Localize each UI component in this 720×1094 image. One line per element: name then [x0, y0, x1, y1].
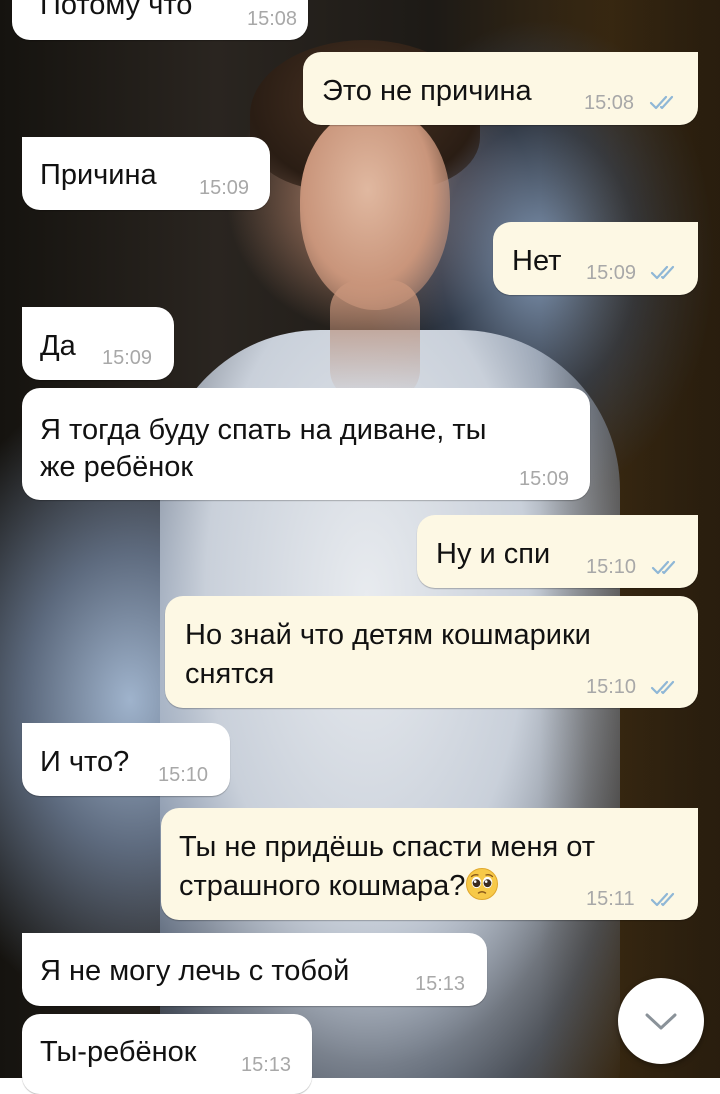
message-time: 15:13 — [415, 973, 466, 995]
message-time: 15:10 — [586, 556, 637, 578]
message-incoming[interactable]: И что? 15:10 — [22, 723, 230, 796]
message-text-line: Но знай что детям кошмарики — [185, 619, 591, 651]
message-time: 15:09 — [102, 347, 153, 369]
message-time: 15:10 — [586, 676, 637, 698]
message-time: 15:13 — [241, 1054, 292, 1076]
message-time: 15:08 — [584, 92, 635, 114]
message-text: Это не причина — [322, 75, 532, 107]
double-check-icon — [650, 680, 675, 695]
message-text: И что? — [40, 746, 130, 778]
message-incoming[interactable]: Я тогда буду спать на диване, ты же ребё… — [22, 388, 590, 500]
message-text-line: страшного кошмара? — [179, 867, 499, 905]
message-text: Причина — [40, 159, 157, 191]
message-text: Потому что — [40, 0, 193, 21]
message-incoming[interactable]: Да 15:09 — [22, 307, 174, 380]
message-text: Да — [40, 330, 76, 362]
message-outgoing[interactable]: Нет 15:09 — [493, 222, 698, 295]
scroll-to-bottom-button[interactable] — [618, 978, 704, 1064]
message-outgoing[interactable]: Ты не придёшь спасти меня от страшного к… — [161, 808, 698, 920]
message-outgoing[interactable]: Это не причина 15:08 — [303, 52, 698, 125]
message-text: Я не могу лечь с тобой — [40, 955, 350, 987]
message-outgoing[interactable]: Ну и спи 15:10 — [417, 515, 698, 588]
chevron-down-icon — [645, 1013, 677, 1030]
message-time: 15:11 — [586, 888, 635, 910]
message-incoming[interactable]: Ты-ребёнок 15:13 — [22, 1014, 312, 1094]
double-check-icon — [650, 892, 675, 907]
message-text: Ну и спи — [436, 538, 551, 570]
message-incoming[interactable]: Я не могу лечь с тобой 15:13 — [22, 933, 487, 1006]
message-time: 15:08 — [247, 8, 298, 30]
message-text: Ты-ребёнок — [40, 1036, 197, 1068]
message-outgoing[interactable]: Но знай что детям кошмарики снятся 15:10 — [165, 596, 698, 708]
message-incoming[interactable]: Причина 15:09 — [22, 137, 270, 210]
double-check-icon — [649, 95, 674, 110]
message-text: Нет — [512, 245, 562, 277]
message-time: 15:09 — [586, 262, 637, 284]
message-text-line: же ребёнок — [40, 451, 194, 483]
message-time: 15:09 — [199, 177, 250, 199]
pleading-face-icon — [466, 868, 499, 900]
double-check-icon — [650, 265, 675, 280]
message-text-line: снятся — [185, 658, 275, 690]
message-incoming[interactable]: Потому что 15:08 — [12, 0, 308, 40]
message-text-line: Я тогда буду спать на диване, ты — [40, 414, 487, 446]
message-text-line: Ты не придёшь спасти меня от — [179, 831, 596, 863]
double-check-icon — [651, 560, 676, 575]
message-time: 15:09 — [519, 468, 570, 490]
message-time: 15:10 — [158, 764, 209, 786]
